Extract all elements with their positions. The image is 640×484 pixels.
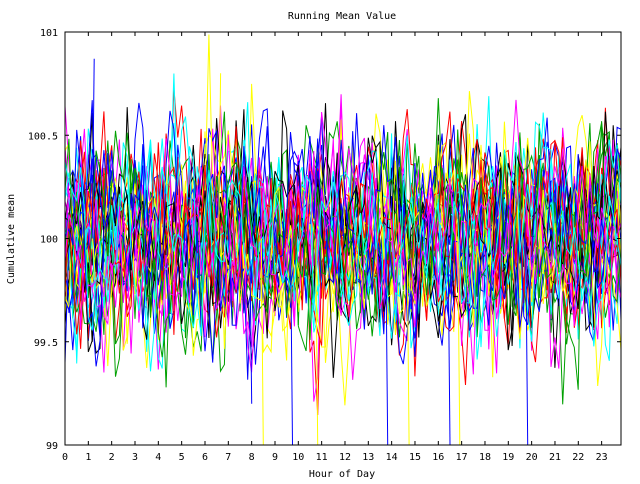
x-axis-title: Hour of Day xyxy=(309,469,375,480)
chart-title: Running Mean Value xyxy=(288,11,396,22)
x-tick-label: 23 xyxy=(596,452,608,463)
x-tick-label: 1 xyxy=(85,452,91,463)
x-tick-label: 13 xyxy=(362,452,374,463)
y-tick-label: 99 xyxy=(46,441,58,452)
x-tick-label: 8 xyxy=(249,452,255,463)
x-tick-label: 11 xyxy=(316,452,328,463)
x-tick-label: 17 xyxy=(456,452,468,463)
x-tick-label: 7 xyxy=(225,452,231,463)
y-tick-label: 101 xyxy=(40,28,58,39)
x-tick-label: 16 xyxy=(432,452,444,463)
x-tick-label: 3 xyxy=(132,452,138,463)
x-tick-label: 5 xyxy=(179,452,185,463)
x-tick-label: 19 xyxy=(502,452,514,463)
x-tick-label: 21 xyxy=(549,452,561,463)
x-tick-label: 22 xyxy=(572,452,584,463)
x-tick-label: 18 xyxy=(479,452,491,463)
x-tick-label: 2 xyxy=(109,452,115,463)
y-tick-label: 100.5 xyxy=(28,131,58,142)
x-tick-label: 14 xyxy=(386,452,398,463)
x-tick-label: 6 xyxy=(202,452,208,463)
x-tick-label: 20 xyxy=(526,452,538,463)
x-tick-label: 12 xyxy=(339,452,351,463)
y-tick-label: 99.5 xyxy=(34,338,58,349)
x-tick-label: 0 xyxy=(62,452,68,463)
y-axis-title: Cumulative mean xyxy=(6,194,17,284)
x-tick-label: 10 xyxy=(292,452,304,463)
chart-container: Running Mean Value 0 1 2 3 4 5 6 7 8 9 10 11 12 13 14 1… xyxy=(0,0,640,480)
series-group xyxy=(64,34,622,446)
x-tick-label: 15 xyxy=(409,452,421,463)
x-tick-label: 4 xyxy=(155,452,161,463)
x-tick-label: 9 xyxy=(272,452,278,463)
y-tick-label: 100 xyxy=(40,235,58,246)
running-mean-chart: Running Mean Value 0 1 2 3 4 5 6 7 8 9 10 11 12 13 14 1… xyxy=(6,11,622,480)
